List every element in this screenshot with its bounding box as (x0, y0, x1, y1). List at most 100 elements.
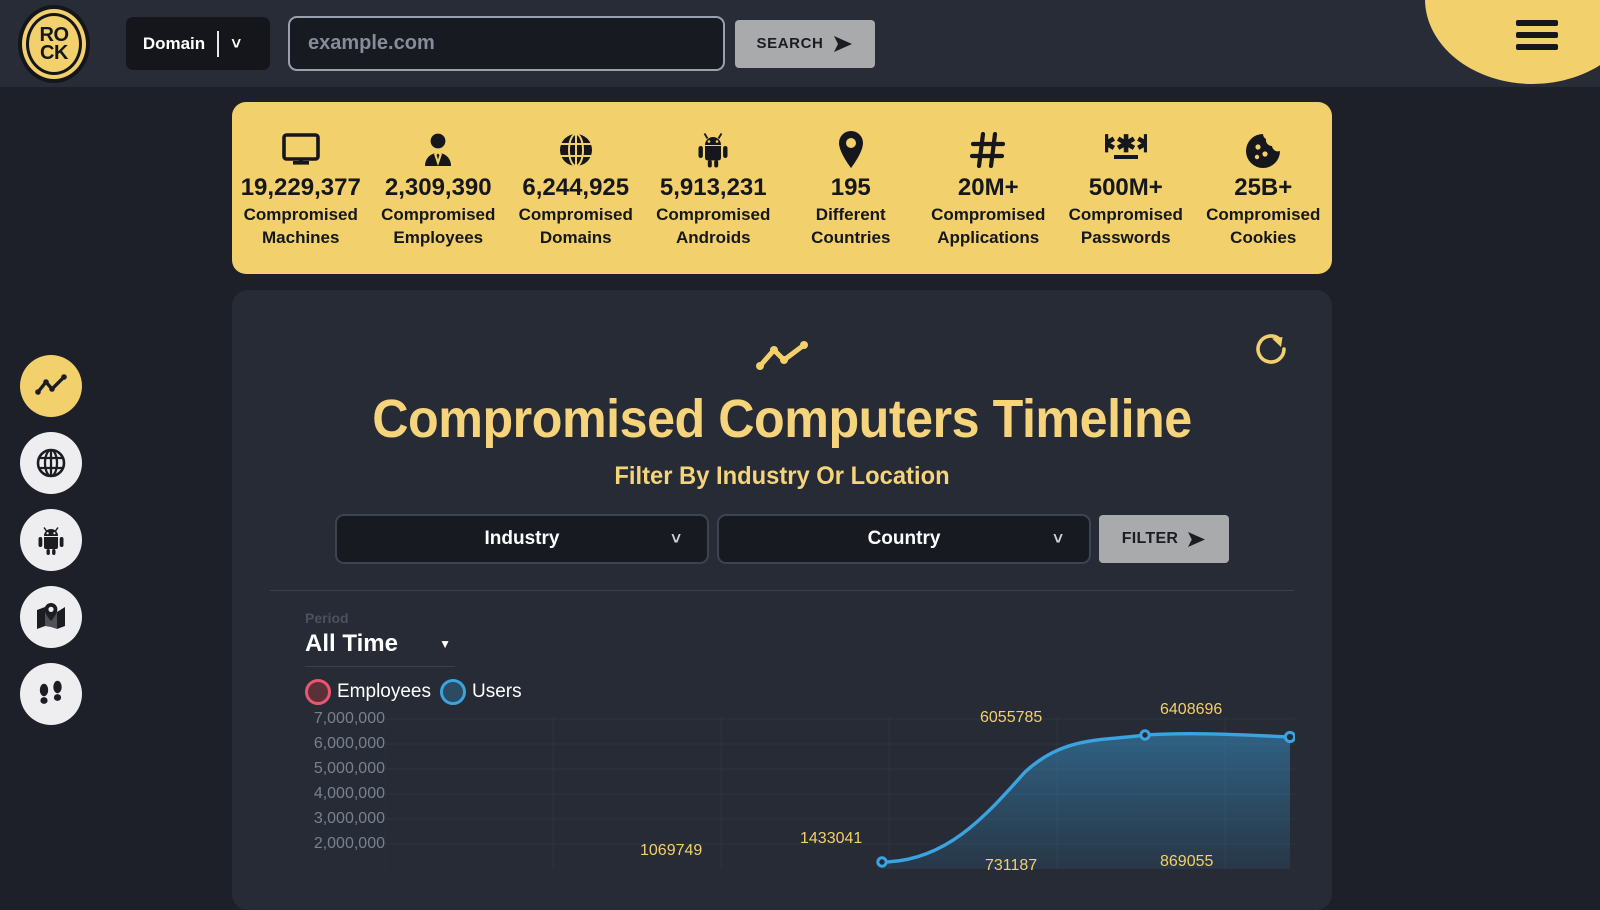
domain-type-select[interactable]: Domain ˅ (126, 17, 270, 70)
search-button-label: SEARCH (756, 35, 824, 52)
country-select-label: Country (867, 528, 941, 549)
section-divider (270, 590, 1294, 591)
hamburger-menu-icon[interactable] (1516, 20, 1558, 56)
stat-applications: 20M+ Compromised Applications (920, 128, 1058, 248)
stat-value: 6,244,925 (522, 174, 630, 201)
stat-label-line1: Compromised (1206, 205, 1321, 224)
caret-down-icon: ▼ (439, 637, 451, 651)
stat-label-line2: Employees (393, 228, 484, 247)
stats-bar: 19,229,377 Compromised Machines 2,309,39… (232, 102, 1332, 274)
stat-value: 2,309,390 (384, 174, 492, 201)
sidebar-item-tracking[interactable] (20, 663, 82, 725)
android-icon (38, 527, 64, 555)
stat-employees: 2,309,390 Compromised Employees (370, 128, 508, 248)
timeline-panel: Compromised Computers Timeline Filter By… (232, 290, 1332, 910)
y-axis-labels: 7,000,000 6,000,000 5,000,000 4,000,000 … (290, 709, 385, 859)
stat-label-line2: Machines (262, 228, 340, 247)
employee-icon (420, 128, 456, 172)
period-label: Period (305, 610, 349, 626)
android-icon (695, 128, 731, 172)
stat-value: 500M+ (1088, 174, 1163, 201)
stat-label-line2: Passwords (1080, 228, 1171, 247)
hash-icon (970, 128, 1006, 172)
line-chart-icon (35, 374, 67, 395)
data-label: 1433041 (800, 830, 863, 847)
password-icon: ✱✱✱ (1105, 128, 1147, 172)
page-title: Compromised Computers Timeline (372, 389, 1192, 449)
stat-label-line1: Different (815, 205, 886, 224)
stat-label-line1: Compromised (381, 205, 496, 224)
line-chart-icon (752, 338, 812, 374)
filter-button[interactable]: FILTER (1099, 515, 1229, 563)
stat-value: 5,913,231 (659, 174, 767, 201)
legend-swatch-users (440, 679, 466, 705)
chevron-down-icon: ˅ (671, 529, 681, 548)
stat-machines: 19,229,377 Compromised Machines (232, 128, 370, 248)
chevron-down-icon: ˅ (1053, 529, 1063, 548)
refresh-icon (1256, 334, 1286, 364)
y-tick: 5,000,000 (313, 760, 385, 777)
legend-item-employees[interactable]: Employees (305, 679, 431, 705)
stat-passwords: ✱✱✱ 500M+ Compromised Passwords (1057, 128, 1195, 248)
stat-label-line1: Compromised (243, 205, 358, 224)
sidebar-item-timeline[interactable] (20, 355, 82, 417)
stat-label-line2: Countries (811, 228, 891, 247)
y-tick: 4,000,000 (313, 785, 385, 802)
data-point (1139, 729, 1151, 741)
sidebar-item-domains[interactable] (20, 432, 82, 494)
map-pin-icon (37, 603, 65, 629)
period-control: Period All Time ▼ (305, 610, 455, 667)
stat-label-line2: Domains (539, 228, 612, 247)
chevron-down-icon: ˅ (231, 33, 242, 53)
data-label: 6408696 (1160, 701, 1223, 718)
stat-value: 195 (830, 174, 871, 201)
legend-label: Employees (337, 681, 431, 702)
send-arrow-icon (834, 35, 853, 52)
industry-select[interactable]: Industry ˅ (335, 514, 709, 564)
data-point (1283, 730, 1297, 744)
sidebar (20, 355, 82, 725)
stat-cookies: 25B+ Compromised Cookies (1195, 128, 1333, 248)
stat-domains: 6,244,925 Compromised Domains (507, 128, 645, 248)
legend-swatch-employees (305, 679, 331, 705)
globe-icon (558, 128, 594, 172)
stat-label-line1: Compromised (656, 205, 771, 224)
y-tick: 6,000,000 (313, 735, 385, 752)
period-value: All Time (305, 630, 398, 657)
data-label: 1069749 (640, 842, 703, 859)
filter-controls: Industry ˅ Country ˅ FILTER (232, 514, 1332, 564)
monitor-icon (281, 128, 320, 172)
send-arrow-icon (1188, 531, 1206, 547)
sidebar-item-androids[interactable] (20, 509, 82, 571)
users-area (882, 733, 1290, 869)
stat-label-line1: Compromised (931, 205, 1046, 224)
map-pin-icon (836, 128, 866, 172)
stat-value: 25B+ (1234, 174, 1293, 201)
stat-label-line2: Applications (937, 228, 1040, 247)
sidebar-item-locations[interactable] (20, 586, 82, 648)
country-select[interactable]: Country ˅ (717, 514, 1091, 564)
search-button[interactable]: SEARCH (735, 19, 875, 68)
data-label: 6055785 (980, 709, 1043, 726)
logo-text-bottom: CK (40, 41, 68, 64)
logo[interactable]: RO CK (18, 4, 90, 83)
page-subtitle: Filter By Industry Or Location (614, 462, 950, 490)
period-select[interactable]: All Time ▼ (305, 626, 455, 667)
y-tick: 7,000,000 (313, 710, 385, 727)
legend-item-users[interactable]: Users (440, 679, 522, 705)
stat-label-line1: Compromised (1068, 205, 1183, 224)
y-tick: 3,000,000 (313, 810, 385, 827)
data-label: 869055 (1160, 853, 1214, 870)
globe-icon (36, 448, 66, 478)
search-input[interactable] (288, 16, 725, 71)
refresh-button[interactable] (1252, 330, 1290, 368)
stat-androids: 5,913,231 Compromised Androids (645, 128, 783, 248)
filter-button-label: FILTER (1121, 530, 1179, 547)
y-tick: 2,000,000 (313, 835, 385, 852)
domain-select-label: Domain (142, 33, 206, 53)
chart-plot-area[interactable]: 1069749 1433041 731187 869055 6055785 64… (384, 701, 1297, 874)
svg-text:✱✱✱: ✱✱✱ (1105, 134, 1147, 158)
timeline-chart: 7,000,000 6,000,000 5,000,000 4,000,000 … (232, 701, 1332, 874)
data-point (876, 856, 888, 868)
stat-label-line2: Cookies (1230, 228, 1297, 247)
